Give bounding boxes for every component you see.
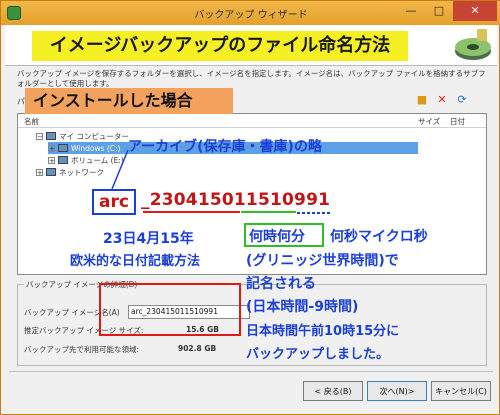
annotation-filename-digits: _230415011510991 — [141, 190, 330, 210]
annotation-archive-note: アーカイブ(保存庫・書庫)の略 — [128, 139, 322, 155]
annotation-time-note-4: (日本時間-9時間) — [246, 299, 359, 315]
annotation-time-note-5: 日本時間午前10時15分に — [246, 324, 400, 339]
annotation-time-note-1: 何秒マイクロ秒 — [330, 229, 428, 245]
annotation-time-note-2: (グリニッジ世界時間)で — [246, 253, 399, 269]
annotation-prefix: arc — [92, 189, 136, 215]
annotation-date-note-2: 欧米的な日付記載方法 — [70, 254, 201, 269]
annotation-time-box: 何時何分 — [249, 229, 305, 245]
annotation-name-highlight — [99, 283, 241, 336]
annotation-date-note-1: 23日4月15年 — [103, 231, 194, 247]
annotation-separator: _ — [141, 190, 150, 210]
annotation-digits: 230415011510991 — [149, 190, 331, 210]
annotation-time-note-3: 記名される — [246, 276, 316, 292]
annotation-time-note-6: バックアップしました。 — [246, 347, 390, 362]
